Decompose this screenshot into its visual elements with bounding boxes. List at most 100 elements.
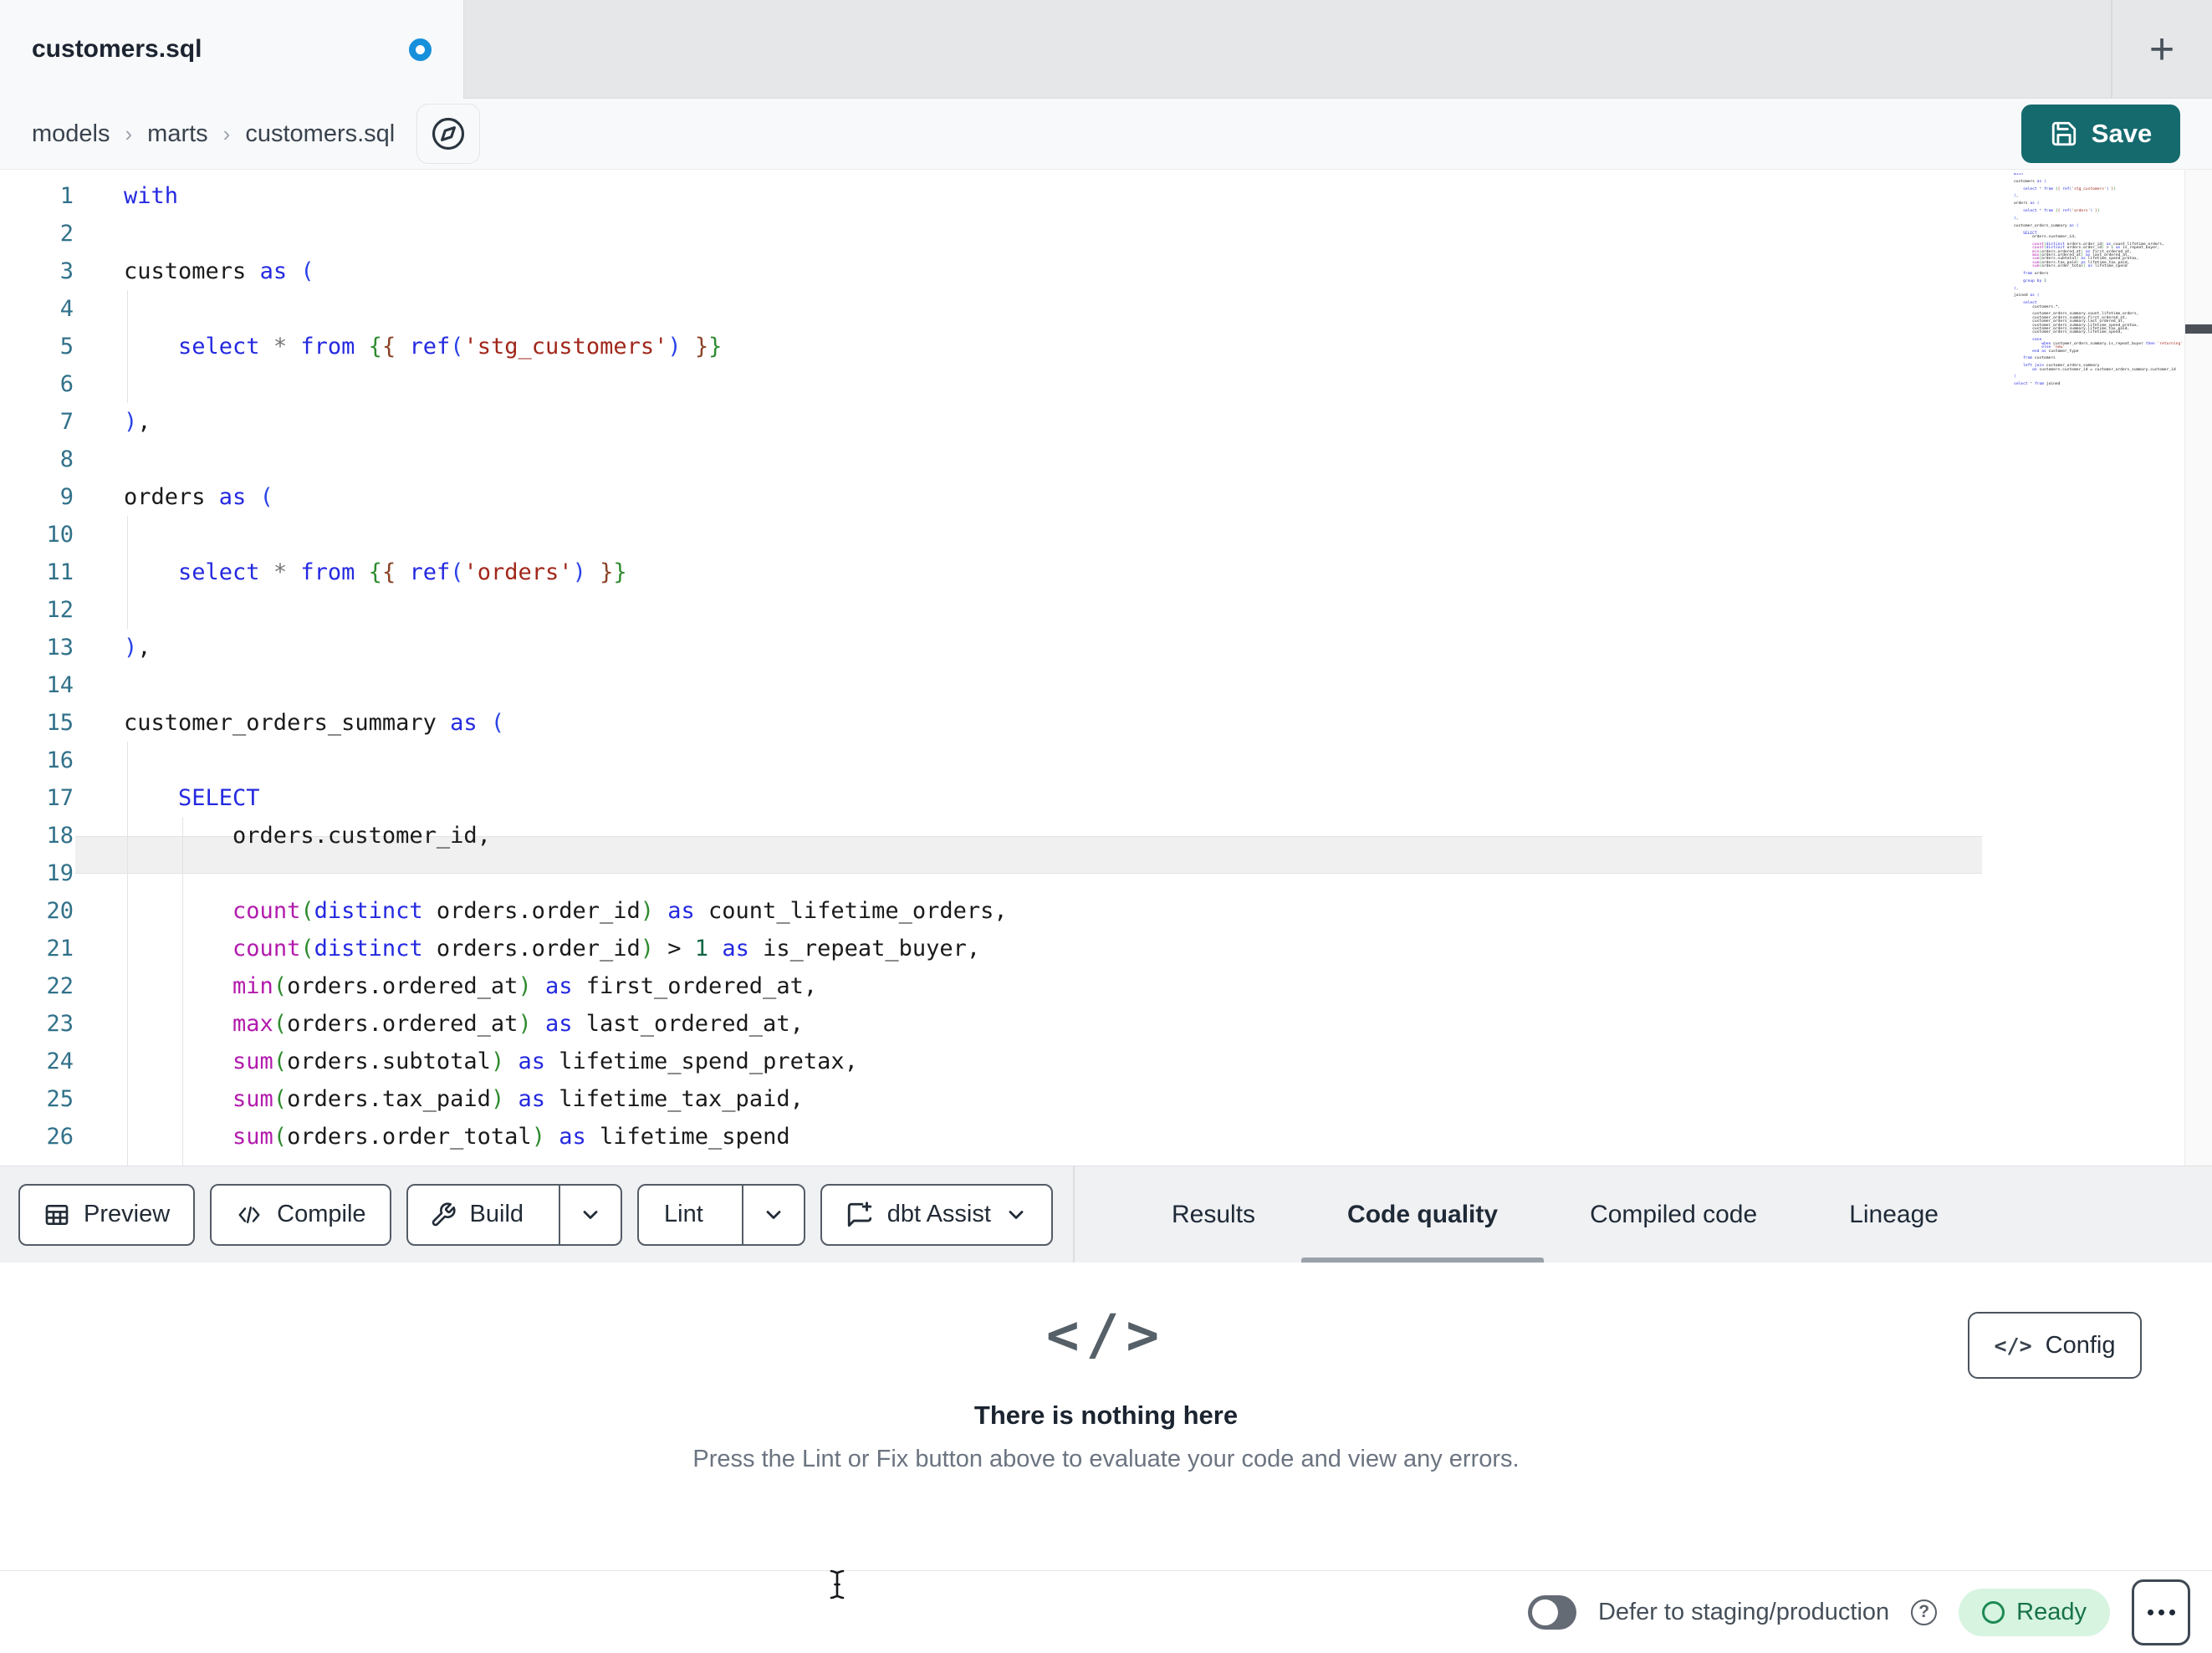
code-line: 8 (0, 441, 2212, 478)
line-number: 18 (46, 823, 74, 849)
tab-strip-divider (2111, 0, 2112, 99)
code-line: 20 count(distinct orders.order_id) as co… (0, 892, 2212, 930)
code-line: 12 (0, 591, 2212, 629)
compass-icon (432, 117, 465, 151)
wrench-icon (432, 1201, 456, 1226)
save-icon (2051, 121, 2076, 146)
line-number: 17 (46, 785, 74, 811)
code-line: 2 (0, 215, 2212, 253)
line-number: 10 (46, 522, 74, 548)
file-tab-strip: customers.sql + (0, 0, 2212, 99)
lint-dropdown-button[interactable] (741, 1185, 804, 1244)
code-line: 13), (0, 629, 2212, 666)
line-number: 7 (59, 409, 74, 435)
breadcrumb-item-marts[interactable]: marts (147, 120, 208, 148)
navigate-button[interactable] (416, 104, 481, 164)
dbt-assist-label: dbt Assist (886, 1201, 991, 1227)
config-button[interactable]: </> Config (1968, 1312, 2142, 1379)
tab-code-quality[interactable]: Code quality (1301, 1166, 1545, 1263)
breadcrumb-bar: models › marts › customers.sql Save (0, 99, 2212, 170)
code-line: 11 select * from {{ ref('orders') }} (0, 554, 2212, 591)
line-number: 6 (59, 371, 74, 397)
save-button[interactable]: Save (2021, 105, 2180, 163)
empty-state-subtitle: Press the Lint or Fix button above to ev… (692, 1446, 1520, 1472)
code-glyph-icon: </> (1045, 1303, 1167, 1367)
build-button[interactable]: Build (408, 1186, 546, 1244)
breadcrumb-separator: › (222, 120, 231, 146)
code-line: 10 (0, 516, 2212, 554)
code-editor[interactable]: 1 with 2 3 customers as ( 4 5 select * from {{… (0, 170, 2212, 1166)
code-line: 23 max(orders.ordered_at) as last_ordere… (0, 1005, 2212, 1043)
breadcrumb: models › marts › customers.sql (32, 120, 395, 148)
tab-compiled-code[interactable]: Compiled code (1544, 1166, 1803, 1263)
code-line: 7), (0, 403, 2212, 441)
line-number: 15 (46, 710, 74, 736)
toggle-knob (1531, 1599, 1558, 1625)
code-line: 25 sum(orders.tax_paid) as lifetime_tax_… (0, 1080, 2212, 1118)
code-line: 3 customers as ( (0, 253, 2212, 290)
compile-button[interactable]: Compile (210, 1183, 391, 1246)
line-number: 1 (59, 183, 74, 209)
line-number: 13 (46, 635, 74, 661)
help-glyph: ? (1918, 1602, 1930, 1621)
breadcrumb-item-customers.sql[interactable]: customers.sql (245, 120, 395, 148)
help-icon[interactable]: ? (1911, 1599, 1938, 1625)
line-number: 14 (46, 672, 74, 698)
code-line: 22 min(orders.ordered_at) as first_order… (0, 967, 2212, 1005)
code-line: 24 sum(orders.subtotal) as lifetime_spen… (0, 1043, 2212, 1080)
code-line: 16 (0, 742, 2212, 779)
ready-ring-icon (1982, 1600, 2005, 1624)
defer-toggle[interactable] (1527, 1594, 1576, 1630)
defer-label: Defer to staging/production (1597, 1598, 1890, 1625)
code-line: 6 (0, 365, 2212, 403)
compile-label: Compile (277, 1201, 366, 1227)
build-label: Build (469, 1201, 524, 1227)
new-tab-button[interactable]: + (2128, 0, 2195, 99)
breadcrumb-item-models[interactable]: models (32, 120, 110, 148)
tab-results[interactable]: Results (1126, 1166, 1301, 1263)
editor-scrollbar[interactable] (2184, 170, 2212, 1166)
line-number: 19 (46, 860, 74, 886)
unsaved-changes-dot-icon (409, 38, 432, 61)
code-line: 5 select * from {{ ref('stg_customers') … (0, 328, 2212, 365)
line-number: 4 (59, 296, 74, 322)
code-icon (238, 1206, 260, 1223)
tab-lineage[interactable]: Lineage (1803, 1166, 1985, 1263)
code-lines: 1 with 2 3 customers as ( 4 5 select * from {{… (0, 177, 2212, 1156)
dbt-assist-button[interactable]: dbt Assist (820, 1183, 1053, 1246)
line-number: 2 (59, 221, 74, 247)
plus-icon: + (2148, 25, 2175, 74)
code-line: 9 orders as ( (0, 478, 2212, 516)
save-label: Save (2091, 119, 2153, 148)
ellipsis-icon (2147, 1609, 2153, 1615)
code-line: 21 count(distinct orders.order_id) > 1 a… (0, 930, 2212, 967)
toolbar-divider (1072, 1166, 1075, 1263)
lint-split-button: Lint (637, 1183, 805, 1246)
config-label: Config (2045, 1331, 2116, 1359)
more-options-button[interactable] (2132, 1579, 2190, 1645)
minimap[interactable]: with customers as ( select * from {{ ref… (2014, 173, 2184, 389)
lint-label: Lint (664, 1201, 703, 1227)
action-toolbar: Preview Compile Build Lint dbt Assist Re… (0, 1166, 2212, 1263)
lint-button[interactable]: Lint (639, 1186, 728, 1244)
build-dropdown-button[interactable] (559, 1185, 621, 1244)
empty-state-title: There is nothing here (973, 1400, 1239, 1430)
code-line: 4 (0, 290, 2212, 328)
chevron-down-icon (766, 1210, 781, 1219)
line-number: 24 (46, 1048, 74, 1074)
code-line: 18 orders.customer_id, (0, 817, 2212, 855)
file-tab-customers-sql[interactable]: customers.sql (0, 0, 464, 99)
ibeam-cursor (830, 1569, 845, 1599)
preview-button[interactable]: Preview (18, 1183, 196, 1246)
code-line: 1 with (0, 177, 2212, 215)
line-number: 12 (46, 597, 74, 623)
chevron-down-icon (1009, 1210, 1024, 1219)
line-number: 23 (46, 1011, 74, 1037)
breadcrumb-separator: › (125, 120, 133, 146)
code-quality-panel: </> There is nothing here Press the Lint… (0, 1263, 2212, 1570)
config-code-icon: </> (1994, 1333, 2032, 1358)
dbt-ide-window: customers.sql + models › marts › customers.s… (0, 0, 2212, 1653)
preview-label: Preview (84, 1201, 171, 1227)
code-line: 26 sum(orders.order_total) as lifetime_s… (0, 1118, 2212, 1156)
status-badge: Ready (1959, 1588, 2110, 1636)
